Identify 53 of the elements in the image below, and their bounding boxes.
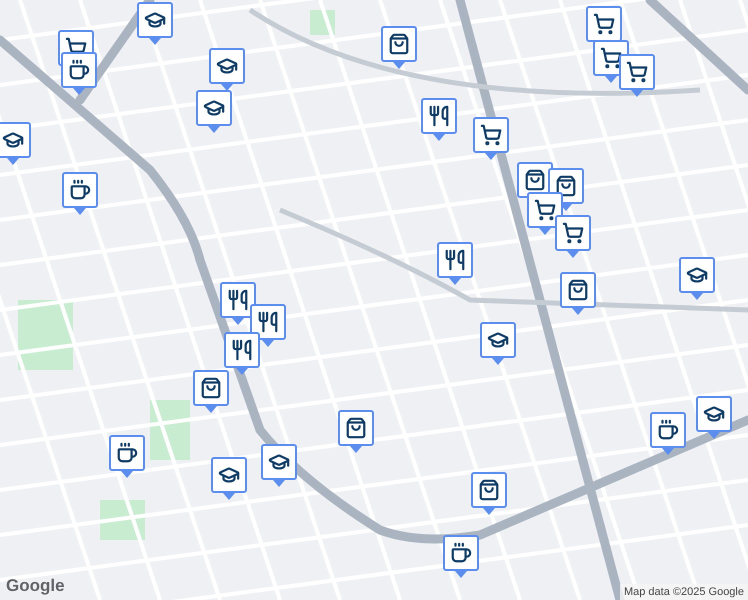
fork-knife-icon — [257, 311, 279, 333]
map-marker[interactable] — [527, 192, 563, 234]
map-marker[interactable] — [137, 2, 173, 44]
map-marker[interactable] — [480, 322, 516, 364]
coffee-cup-icon — [657, 419, 679, 441]
shopping-bag-icon — [388, 33, 410, 55]
map-marker[interactable] — [471, 472, 507, 514]
map-marker[interactable] — [224, 332, 260, 374]
shopping-bag-icon — [345, 417, 367, 439]
cart-icon — [626, 61, 648, 83]
shopping-bag-icon — [200, 377, 222, 399]
cart-icon — [600, 47, 622, 69]
map-marker[interactable] — [209, 48, 245, 90]
map-marker[interactable] — [193, 370, 229, 412]
fork-knife-icon — [428, 105, 450, 127]
map-marker[interactable] — [696, 396, 732, 438]
coffee-cup-icon — [68, 59, 90, 81]
google-logo: Google — [6, 574, 65, 597]
map-marker[interactable] — [437, 242, 473, 284]
map-marker[interactable] — [650, 412, 686, 454]
map-marker[interactable] — [338, 410, 374, 452]
map-marker[interactable] — [250, 304, 286, 346]
map-marker[interactable] — [62, 172, 98, 214]
map-marker[interactable] — [473, 117, 509, 159]
map-attribution: Map data ©2025 Google — [620, 584, 748, 600]
map-marker[interactable] — [560, 272, 596, 314]
cart-icon — [480, 124, 502, 146]
fork-knife-icon — [227, 289, 249, 311]
map-marker[interactable] — [220, 282, 256, 324]
coffee-cup-icon — [116, 442, 138, 464]
map-marker[interactable] — [211, 457, 247, 499]
cart-icon — [534, 199, 556, 221]
map-marker[interactable] — [261, 444, 297, 486]
coffee-cup-icon — [450, 542, 472, 564]
shopping-bag-icon — [567, 279, 589, 301]
coffee-cup-icon — [69, 179, 91, 201]
map-marker[interactable] — [421, 98, 457, 140]
shopping-bag-icon — [478, 479, 500, 501]
cart-icon — [593, 13, 615, 35]
map-marker[interactable] — [109, 435, 145, 477]
map-marker[interactable] — [61, 52, 97, 94]
map-marker[interactable] — [679, 257, 715, 299]
shopping-bag-icon — [524, 169, 546, 191]
map-marker[interactable] — [443, 535, 479, 577]
map-marker[interactable] — [555, 215, 591, 257]
map-marker[interactable] — [381, 26, 417, 68]
map-marker[interactable] — [619, 54, 655, 96]
map-marker[interactable] — [196, 90, 232, 132]
fork-knife-icon — [444, 249, 466, 271]
fork-knife-icon — [231, 339, 253, 361]
cart-icon — [562, 222, 584, 244]
shopping-bag-icon — [555, 175, 577, 197]
map-marker[interactable] — [0, 122, 31, 164]
